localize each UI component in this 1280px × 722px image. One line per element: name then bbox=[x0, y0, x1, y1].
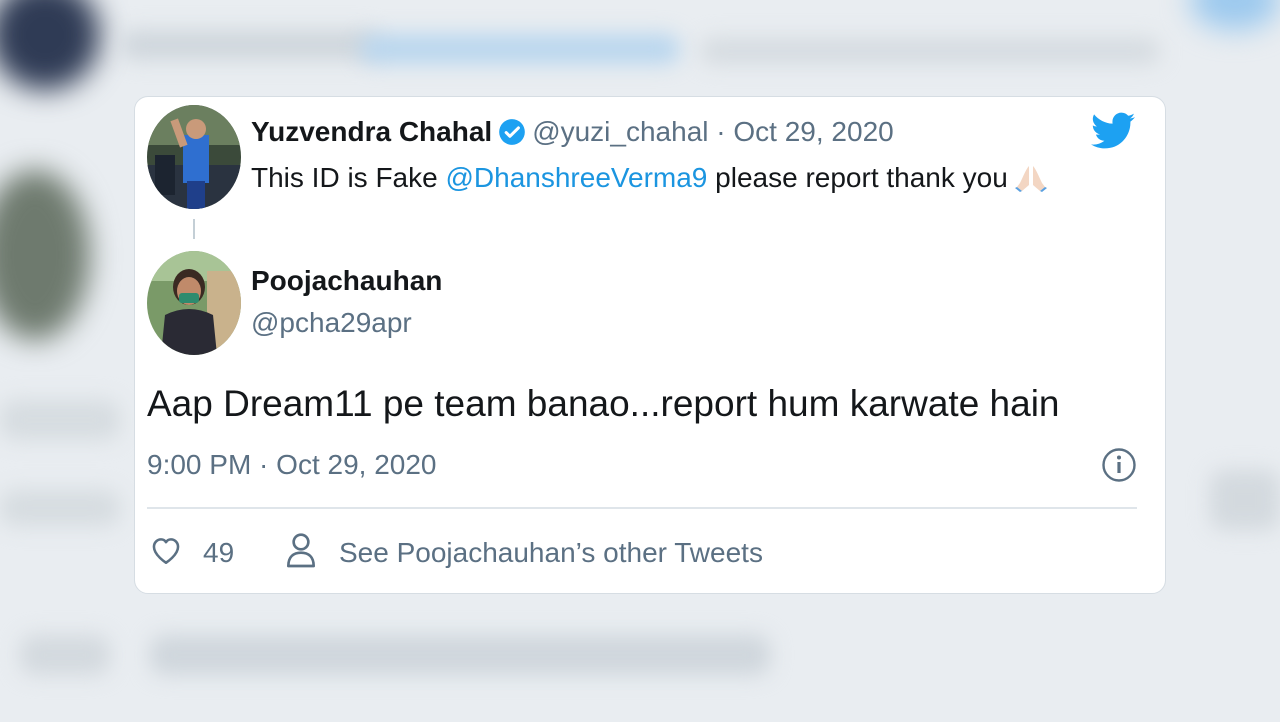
quoted-author-name[interactable]: Yuzvendra Chahal bbox=[251, 116, 492, 147]
verified-badge-icon bbox=[499, 119, 526, 145]
heart-icon[interactable] bbox=[149, 533, 183, 567]
quoted-tweet-date[interactable]: Oct 29, 2020 bbox=[733, 116, 893, 147]
action-divider bbox=[147, 507, 1137, 509]
quoted-text-after: please report thank you bbox=[715, 162, 1008, 193]
bg-text-blur bbox=[0, 490, 120, 526]
quoted-tweet-text: This ID is Fake @DhanshreeVerma9 please … bbox=[251, 161, 1048, 195]
bg-avatar-blur bbox=[0, 0, 100, 90]
mention-link[interactable]: @DhanshreeVerma9 bbox=[445, 162, 707, 193]
person-icon[interactable] bbox=[285, 531, 317, 569]
bg-avatar-blur bbox=[0, 170, 90, 340]
like-count[interactable]: 49 bbox=[203, 537, 234, 569]
see-other-tweets-link[interactable]: See Poojachauhan’s other Tweets bbox=[339, 537, 763, 569]
reply-author-avatar[interactable] bbox=[147, 251, 241, 355]
thread-connector-line bbox=[193, 219, 195, 239]
quoted-text-before: This ID is Fake bbox=[251, 162, 438, 193]
bg-text-blur bbox=[120, 30, 380, 60]
tweet-embed-card: Yuzvendra Chahal @yuzi_chahal · Oct 29, 2… bbox=[134, 96, 1166, 594]
bg-text-blur bbox=[150, 635, 770, 675]
bg-logo-blur bbox=[1190, 0, 1280, 30]
header-separator: · bbox=[716, 116, 726, 147]
reply-tweet-text: Aap Dream11 pe team banao...report hum k… bbox=[147, 383, 1060, 424]
reply-author-handle[interactable]: @pcha29apr bbox=[251, 307, 412, 339]
reply-timestamp[interactable]: 9:00 PM · Oct 29, 2020 bbox=[147, 449, 437, 481]
folded-hands-emoji-icon bbox=[1014, 166, 1047, 192]
reply-author-name[interactable]: Poojachauhan bbox=[251, 265, 442, 297]
bg-text-blur bbox=[1210, 470, 1280, 530]
bg-text-blur bbox=[700, 38, 1160, 64]
info-icon[interactable] bbox=[1101, 447, 1137, 483]
quoted-author-handle[interactable]: @yuzi_chahal bbox=[532, 116, 708, 147]
quoted-tweet-header: Yuzvendra Chahal @yuzi_chahal · Oct 29, 2… bbox=[251, 115, 894, 149]
bg-text-blur bbox=[0, 400, 120, 440]
twitter-bird-icon[interactable] bbox=[1091, 111, 1135, 151]
bg-icon-blur bbox=[20, 635, 110, 675]
bg-link-blur bbox=[360, 34, 680, 64]
quoted-author-avatar[interactable] bbox=[147, 105, 241, 209]
